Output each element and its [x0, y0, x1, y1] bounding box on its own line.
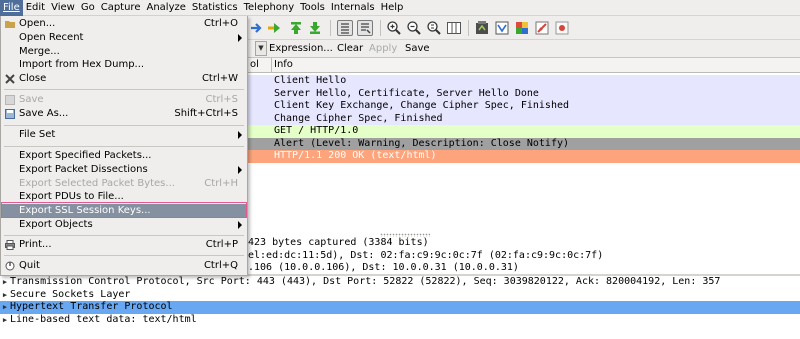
menu-item-export-selected-bytes[interactable]: Export Selected Packet Bytes... Ctrl+H [2, 177, 246, 191]
zoom-out-icon[interactable] [406, 20, 422, 36]
packet-row[interactable]: Change Cipher Spec, Finished [248, 112, 800, 125]
submenu-arrow-icon [238, 166, 242, 174]
submenu-arrow-icon [238, 131, 242, 139]
expand-arrow-icon[interactable]: ▶ [0, 276, 10, 289]
packet-row[interactable]: Server Hello, Certificate, Server Hello … [248, 87, 800, 100]
expand-arrow-icon[interactable]: ▶ [0, 301, 10, 314]
menu-item-file-set[interactable]: File Set [2, 128, 246, 142]
save-filter-button[interactable]: Save [405, 40, 430, 57]
menubar: File Edit View Go Capture Analyze Statis… [0, 0, 800, 16]
save-icon [5, 95, 15, 105]
packet-row[interactable]: HTTP/1.1 200 OK (text/html) [248, 150, 800, 163]
go-to-packet-icon[interactable] [266, 20, 282, 36]
detail-http-row[interactable]: ▶ Hypertext Transfer Protocol [0, 301, 800, 314]
column-info[interactable]: Info [274, 58, 293, 73]
detail-ssl-row[interactable]: ▶ Secure Sockets Layer [0, 289, 800, 302]
menu-view[interactable]: View [48, 0, 78, 16]
filter-dropdown-button[interactable]: ▼ [255, 41, 267, 56]
menu-item-quit[interactable]: Quit Ctrl+Q [2, 259, 246, 273]
menu-item-open-recent[interactable]: Open Recent [2, 31, 246, 45]
menu-item-export-objects[interactable]: Export Objects [2, 218, 246, 232]
clear-button[interactable]: Clear [337, 40, 363, 57]
main-toolbar [248, 16, 800, 40]
zoom-normal-icon[interactable] [426, 20, 442, 36]
detail-ethernet-line[interactable]: el:ed:dc:11:5d), Dst: 02:fa:c9:9c:0c:7f … [248, 250, 800, 263]
detail-text-data-row[interactable]: ▶ Line-based text data: text/html [0, 314, 800, 327]
folder-open-icon [5, 19, 15, 29]
go-last-packet-icon[interactable] [307, 20, 323, 36]
expand-arrow-icon[interactable]: ▶ [0, 289, 10, 302]
expand-arrow-icon[interactable]: ▶ [0, 314, 10, 327]
export-ssl-keys-highlight-box [1, 202, 247, 218]
menu-go[interactable]: Go [78, 0, 98, 16]
menu-item-merge[interactable]: Merge... [2, 45, 246, 59]
submenu-arrow-icon [238, 221, 242, 229]
go-forward-icon[interactable] [248, 20, 264, 36]
packet-row[interactable]: Client Hello [248, 75, 800, 88]
packet-list-header: ol Info [248, 58, 800, 73]
quit-icon [5, 261, 15, 271]
menu-item-import-hex[interactable]: Import from Hex Dump... [2, 58, 246, 72]
menu-telephony[interactable]: Telephony [241, 0, 298, 16]
packet-row[interactable]: Alert (Level: Warning, Description: Clos… [248, 137, 800, 150]
preferences-icon[interactable] [534, 20, 550, 36]
menu-capture[interactable]: Capture [98, 0, 144, 16]
column-protocol[interactable]: ol [250, 58, 259, 73]
menu-item-export-specified-packets[interactable]: Export Specified Packets... [2, 149, 246, 163]
menu-item-close[interactable]: Close Ctrl+W [2, 72, 246, 86]
menu-file[interactable]: File [0, 0, 23, 16]
menu-internals[interactable]: Internals [328, 0, 378, 16]
menu-item-save-as[interactable]: Save As... Shift+Ctrl+S [2, 107, 246, 121]
go-first-packet-icon[interactable] [288, 20, 304, 36]
menu-help[interactable]: Help [378, 0, 407, 16]
zoom-in-icon[interactable] [386, 20, 402, 36]
display-filters-icon[interactable] [494, 20, 510, 36]
detail-ip-line[interactable]: .106 (10.0.0.106), Dst: 10.0.0.31 (10.0.… [248, 262, 800, 275]
menu-item-print[interactable]: Print... Ctrl+P [2, 238, 246, 252]
apply-button[interactable]: Apply [369, 40, 397, 57]
menu-statistics[interactable]: Statistics [189, 0, 241, 16]
display-filter-bar: ▼ Expression... Clear Apply Save [248, 40, 800, 58]
submenu-arrow-icon [238, 34, 242, 42]
close-icon [5, 74, 15, 84]
expression-button[interactable]: Expression... [269, 40, 333, 57]
printer-icon [5, 240, 15, 250]
coloring-rules-icon[interactable] [514, 20, 530, 36]
resize-columns-icon[interactable] [446, 20, 462, 36]
capture-filters-icon[interactable] [474, 20, 490, 36]
detail-frame-line[interactable]: 423 bytes captured (3384 bits) [248, 237, 800, 250]
menu-tools[interactable]: Tools [297, 0, 328, 16]
detail-tcp-row[interactable]: ▶ Transmission Control Protocol, Src Port… [0, 276, 800, 289]
file-menu-dropdown: Open... Ctrl+O Open Recent Merge... Impor… [0, 16, 248, 276]
colorize-list-icon[interactable] [337, 20, 353, 36]
auto-scroll-icon[interactable] [357, 20, 373, 36]
menu-edit[interactable]: Edit [23, 0, 48, 16]
help-icon[interactable] [554, 20, 570, 36]
save-as-icon [5, 109, 15, 119]
menu-analyze[interactable]: Analyze [143, 0, 188, 16]
menu-item-save[interactable]: Save Ctrl+S [2, 93, 246, 107]
packet-row[interactable]: Client Key Exchange, Change Cipher Spec,… [248, 100, 800, 113]
packet-row[interactable]: GET / HTTP/1.0 [248, 125, 800, 138]
menu-item-export-packet-dissections[interactable]: Export Packet Dissections [2, 163, 246, 177]
menu-item-open[interactable]: Open... Ctrl+O [2, 17, 246, 31]
